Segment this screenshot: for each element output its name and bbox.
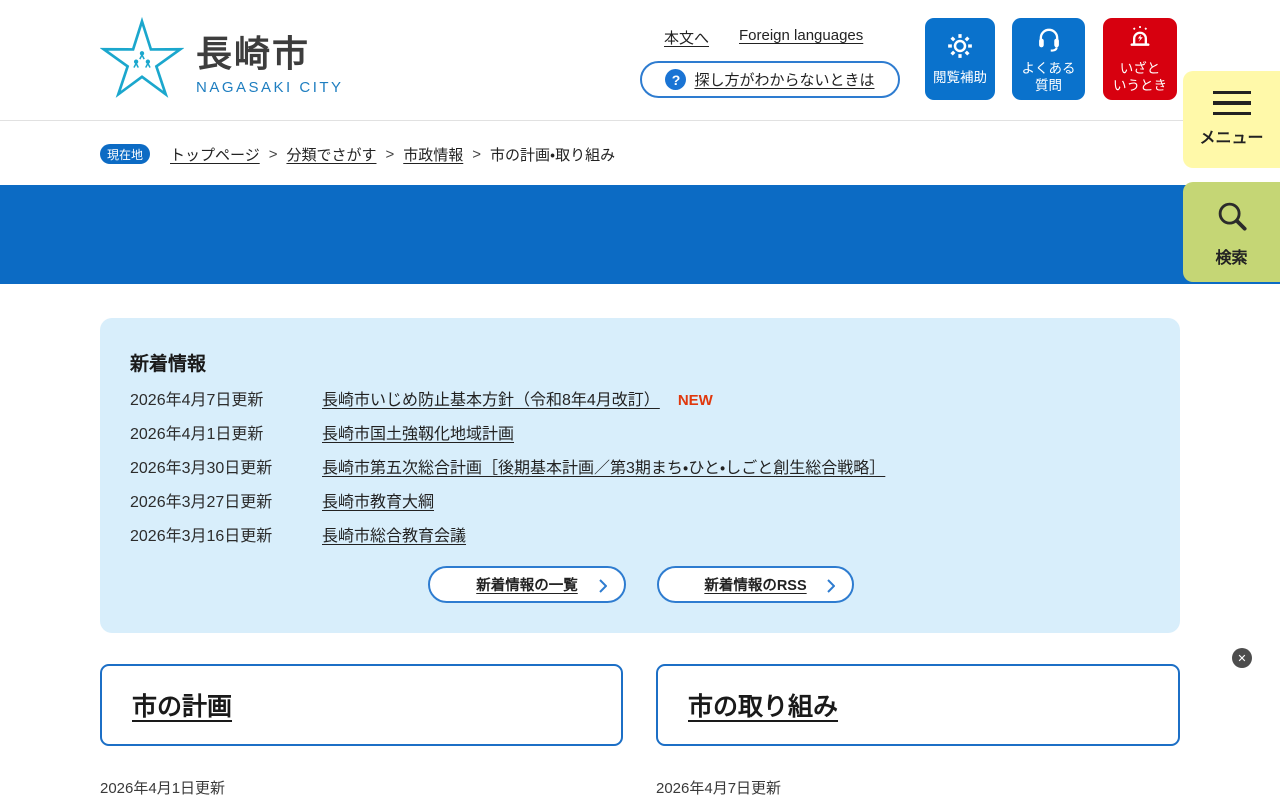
breadcrumb-current-page: 市の計画・取り組み	[490, 147, 616, 164]
menu-label: メニュー	[1199, 130, 1264, 148]
site-logo[interactable]: 長崎市 NAGASAKI CITY	[99, 14, 344, 111]
news-item: 2026年4月7日更新 長崎市いじめ防止基本方針（令和8年4月改訂） NEW	[130, 386, 713, 410]
city-name-en: NAGASAKI CITY	[196, 78, 344, 96]
news-item: 2026年3月30日更新 長崎市第五次総合計画［後期基本計画／第3期まち・ひと・…	[130, 454, 885, 478]
city-initiatives-card-title[interactable]: 市の取り組み	[688, 687, 838, 723]
menu-button[interactable]: メニュー	[1183, 71, 1280, 168]
news-date: 2026年4月7日更新	[130, 392, 264, 409]
news-item: 2026年3月16日更新 長崎市総合教育会議	[130, 522, 466, 546]
city-plans-updated-date: 2026年4月1日更新	[100, 780, 226, 797]
breadcrumb-link-city-info[interactable]: 市政情報	[403, 144, 463, 165]
chevron-right-icon	[827, 579, 836, 598]
faq-label: よくある 質問	[1021, 61, 1076, 93]
emergency-label: いざと いうとき	[1113, 61, 1167, 93]
question-icon: ?	[665, 69, 687, 90]
hamburger-icon	[1212, 90, 1251, 116]
header-divider	[0, 120, 1280, 121]
city-plans-card-title[interactable]: 市の計画	[132, 687, 232, 723]
city-initiatives-card[interactable]: 市の取り組み	[656, 664, 1180, 746]
news-link[interactable]: 長崎市教育大綱	[322, 488, 434, 512]
city-name: 長崎市	[196, 33, 311, 74]
site-header: 長崎市 NAGASAKI CITY 本文へ Foreign languages …	[0, 0, 1280, 121]
headset-icon	[1035, 24, 1063, 57]
city-plans-card[interactable]: 市の計画	[100, 664, 623, 746]
chevron-right-icon	[599, 579, 608, 598]
city-initiatives-updated-date: 2026年4月7日更新	[656, 780, 782, 797]
new-badge: NEW	[677, 392, 713, 409]
skip-to-content-link[interactable]: 本文へ	[664, 27, 709, 48]
search-help-label: 探し方がわからないときは	[694, 72, 875, 89]
breadcrumb-link-home[interactable]: トップページ	[170, 144, 260, 165]
search-icon	[1213, 197, 1251, 240]
news-list-button-label: 新着情報の一覧	[476, 578, 578, 594]
news-rss-button-label: 新着情報のRSS	[704, 578, 807, 594]
breadcrumb-separator: >	[385, 146, 395, 163]
breadcrumb-separator: >	[268, 146, 278, 163]
news-item: 2026年3月27日更新 長崎市教育大綱	[130, 488, 434, 512]
faq-button[interactable]: よくある 質問	[1012, 18, 1085, 100]
close-icon[interactable]: ✕	[1232, 648, 1252, 668]
news-date: 2026年3月16日更新	[130, 528, 273, 545]
news-link[interactable]: 長崎市いじめ防止基本方針（令和8年4月改訂）	[322, 386, 660, 410]
news-rss-button[interactable]: 新着情報のRSS	[657, 566, 854, 603]
assist-label: 閲覧補助	[933, 70, 987, 86]
siren-icon	[1126, 24, 1154, 57]
news-link[interactable]: 長崎市国土強靱化地域計画	[322, 420, 514, 444]
search-help-button[interactable]: ? 探し方がわからないときは	[640, 61, 900, 98]
news-date: 2026年3月30日更新	[130, 460, 273, 477]
news-item: 2026年4月1日更新 長崎市国土強靱化地域計画	[130, 420, 514, 444]
breadcrumb-link-category[interactable]: 分類でさがす	[286, 144, 376, 165]
news-panel: 新着情報 2026年4月7日更新 長崎市いじめ防止基本方針（令和8年4月改訂） …	[100, 318, 1180, 633]
news-date: 2026年4月1日更新	[130, 426, 264, 443]
news-date: 2026年3月27日更新	[130, 494, 273, 511]
search-button[interactable]: 検索	[1183, 182, 1280, 282]
news-link[interactable]: 長崎市総合教育会議	[322, 522, 466, 546]
breadcrumb-separator: >	[472, 146, 482, 163]
page-title-banner: 市の計画・取り組み	[0, 185, 1280, 447]
accessibility-assist-button[interactable]: 閲覧補助	[925, 18, 995, 100]
foreign-languages-link[interactable]: Foreign languages	[739, 27, 863, 44]
news-list-button[interactable]: 新着情報の一覧	[428, 566, 626, 603]
emergency-button[interactable]: いざと いうとき	[1103, 18, 1177, 100]
breadcrumb: トップページ > 分類でさがす > 市政情報 > 市の計画・取り組み	[170, 144, 615, 165]
current-location-badge: 現在地	[100, 144, 150, 164]
search-label: 検索	[1215, 249, 1248, 267]
news-link[interactable]: 長崎市第五次総合計画［後期基本計画／第3期まち・ひと・しごと創生総合戦略］	[322, 454, 885, 478]
city-star-icon	[99, 14, 185, 111]
news-heading: 新着情報	[130, 354, 207, 375]
gear-icon	[945, 31, 975, 66]
